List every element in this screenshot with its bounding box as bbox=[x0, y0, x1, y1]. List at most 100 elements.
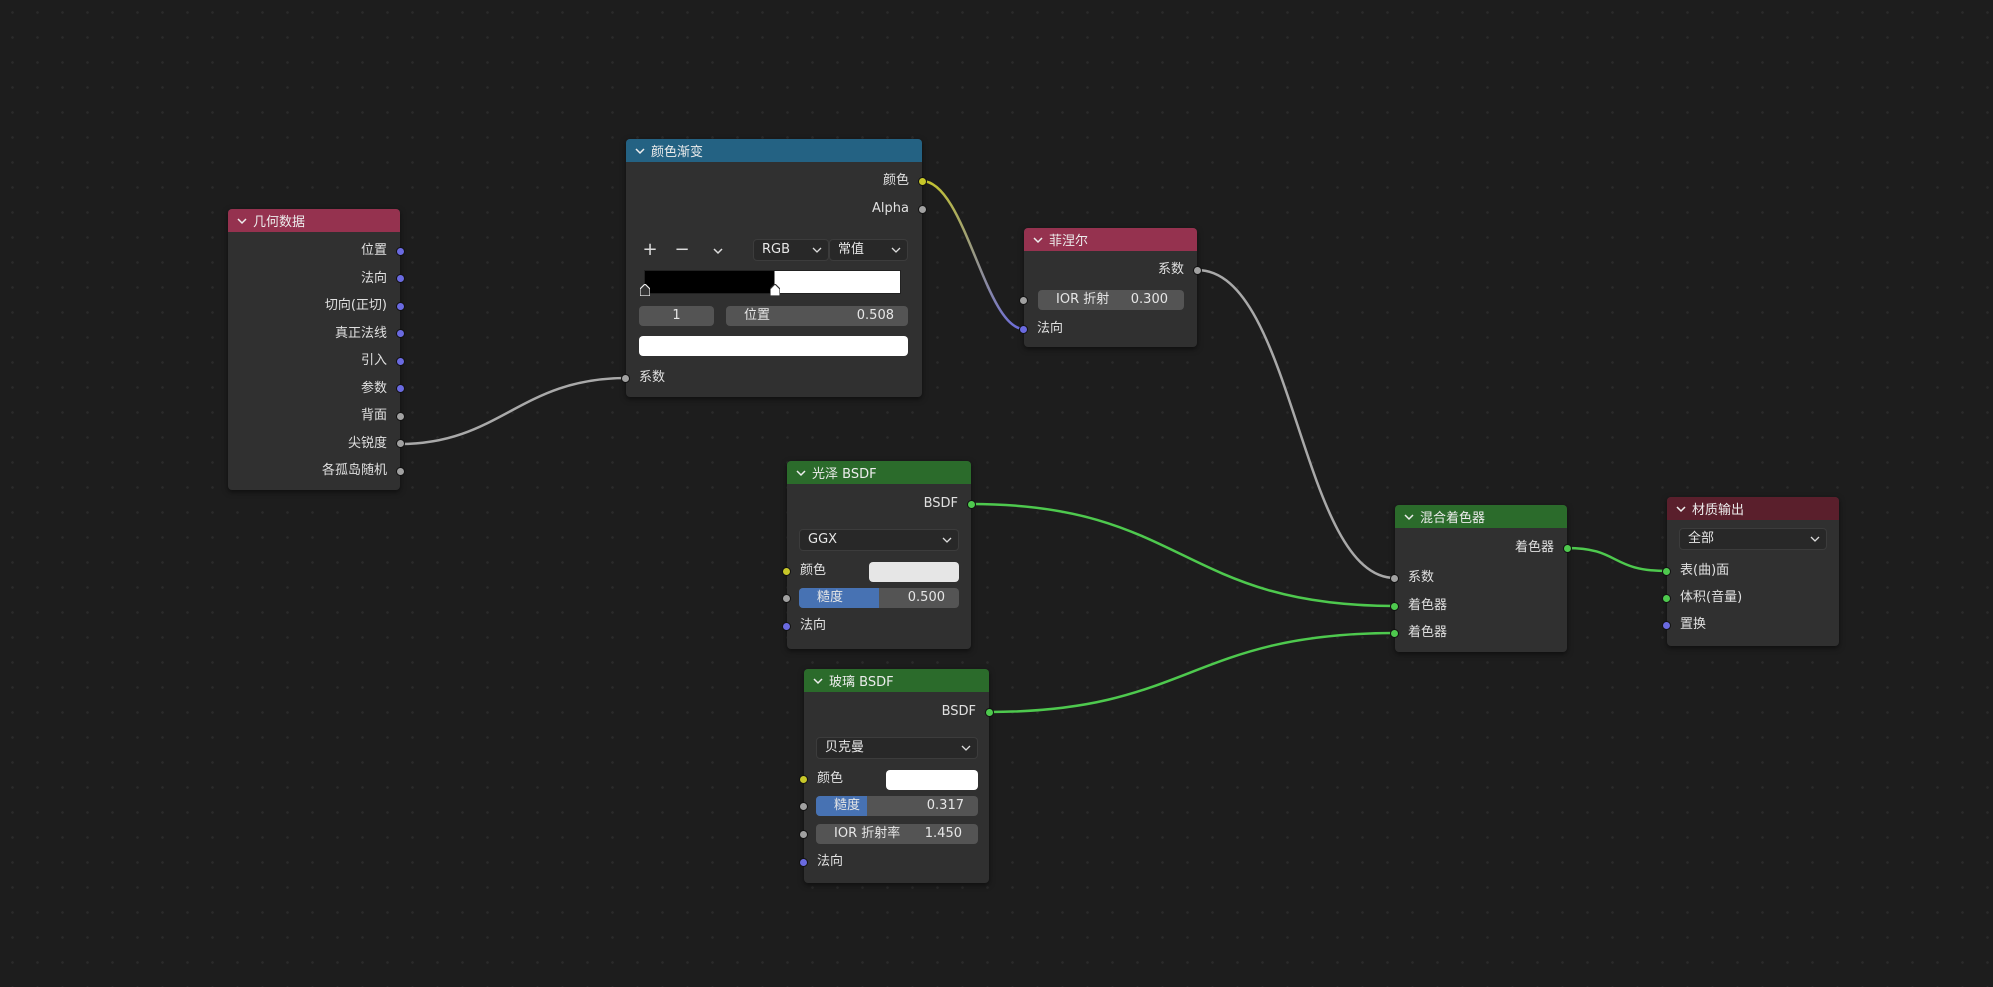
output-target-value: 全部 bbox=[1688, 531, 1715, 546]
stop-position-field[interactable]: 位置 0.508 bbox=[726, 306, 908, 326]
chevron-down-icon[interactable] bbox=[1032, 234, 1044, 246]
geometry-output-socket[interactable] bbox=[396, 329, 405, 338]
color-mode-dropdown[interactable]: RGB bbox=[753, 239, 829, 261]
mix-fac-socket[interactable] bbox=[1390, 573, 1399, 583]
glossy-distribution-dropdown[interactable]: GGX bbox=[799, 529, 959, 551]
mix-shader1-label: 着色器 bbox=[1408, 598, 1448, 613]
geometry-output-row: 尖锐度 bbox=[228, 434, 405, 454]
geometry-output-socket[interactable] bbox=[396, 384, 405, 393]
fresnel-node[interactable]: 菲涅尔 系数 IOR 折射 0.300 法向 bbox=[1019, 228, 1202, 347]
glossy-bsdf-node[interactable]: 光泽 BSDF BSDF GGX 颜色 糙度 0.500 法向 bbox=[782, 461, 976, 649]
geometry-output-socket[interactable] bbox=[396, 246, 405, 256]
mix-output-label: 着色器 bbox=[1514, 540, 1554, 555]
stop-color-swatch[interactable] bbox=[639, 336, 908, 356]
geometry-output-socket[interactable] bbox=[396, 411, 405, 421]
output-surface-socket[interactable] bbox=[1662, 566, 1671, 576]
glass-color-socket[interactable] bbox=[799, 774, 808, 784]
glass-bsdf-socket[interactable] bbox=[985, 707, 994, 717]
glass-roughness-value: 0.317 bbox=[926, 798, 964, 813]
glossy-distribution-value: GGX bbox=[808, 532, 838, 547]
stop-index-value: 1 bbox=[672, 308, 681, 323]
fresnel-node-header[interactable]: 菲涅尔 bbox=[1024, 228, 1197, 251]
add-stop-button[interactable]: + bbox=[640, 240, 660, 260]
glossy-normal-socket[interactable] bbox=[782, 621, 791, 631]
glass-bsdf-node[interactable]: 玻璃 BSDF BSDF 贝克曼 颜色 糙度 0.317 IOR 折射率 1.4… bbox=[799, 669, 994, 883]
ramp-stop-handle-0[interactable] bbox=[640, 284, 650, 296]
glossy-color-swatch[interactable] bbox=[869, 562, 959, 582]
fresnel-input-normal: 法向 bbox=[1019, 319, 1197, 339]
glossy-roughness-value: 0.500 bbox=[907, 590, 945, 605]
fresnel-normal-socket[interactable] bbox=[1019, 324, 1028, 334]
geometry-output-row: 法向 bbox=[228, 269, 405, 289]
ramp-stop-handle-1[interactable] bbox=[770, 284, 780, 296]
glass-roughness-socket[interactable] bbox=[799, 801, 808, 811]
glass-ior-field[interactable]: IOR 折射率 1.450 bbox=[816, 824, 978, 844]
geometry-output-socket[interactable] bbox=[396, 439, 405, 448]
output-target-dropdown[interactable]: 全部 bbox=[1679, 528, 1827, 550]
chevron-down-icon bbox=[1810, 536, 1820, 542]
fresnel-ior-field[interactable]: IOR 折射 0.300 bbox=[1038, 290, 1184, 310]
chevron-down-icon[interactable] bbox=[634, 145, 646, 157]
mix-node-header[interactable]: 混合着色器 bbox=[1395, 505, 1567, 528]
ramp-menu-chevron-icon[interactable] bbox=[712, 245, 724, 257]
color-ramp-output-alpha: Alpha bbox=[626, 199, 927, 219]
glass-roughness-slider[interactable]: 糙度 0.317 bbox=[816, 796, 978, 816]
output-volume-socket[interactable] bbox=[1662, 593, 1671, 603]
geometry-output-row: 背面 bbox=[228, 406, 405, 426]
glass-ior-socket[interactable] bbox=[799, 829, 808, 839]
chevron-down-icon[interactable] bbox=[1403, 511, 1415, 523]
geometry-node[interactable]: 几何数据 位置 法向 切向(正切) 真正法线 引入 参数 背面 尖锐度 各孤岛随机 bbox=[228, 209, 405, 490]
geometry-output-socket[interactable] bbox=[396, 274, 405, 283]
fresnel-ior-socket[interactable] bbox=[1019, 295, 1028, 305]
color-ramp-output-color: 颜色 bbox=[626, 171, 927, 191]
color-ramp-color-socket[interactable] bbox=[918, 176, 927, 186]
glass-color-swatch[interactable] bbox=[886, 770, 978, 790]
mix-shader1-socket[interactable] bbox=[1390, 601, 1399, 611]
color-ramp-alpha-socket[interactable] bbox=[918, 204, 927, 214]
fresnel-fac-socket[interactable] bbox=[1193, 265, 1202, 275]
chevron-down-icon[interactable] bbox=[1675, 503, 1687, 515]
geometry-output-row: 各孤岛随机 bbox=[228, 461, 405, 481]
mix-shader2-socket[interactable] bbox=[1390, 628, 1399, 638]
stop-position-label: 位置 bbox=[744, 308, 771, 323]
glass-normal-label: 法向 bbox=[817, 854, 844, 869]
interpolation-dropdown[interactable]: 常值 bbox=[829, 239, 908, 261]
chevron-down-icon[interactable] bbox=[236, 215, 248, 227]
mix-shader-socket[interactable] bbox=[1563, 543, 1572, 553]
fresnel-node-title: 菲涅尔 bbox=[1049, 234, 1089, 249]
mix-shader-node[interactable]: 混合着色器 着色器 系数 着色器 着色器 bbox=[1390, 505, 1572, 652]
stop-index-field[interactable]: 1 bbox=[639, 306, 714, 326]
geometry-output-socket[interactable] bbox=[396, 301, 405, 311]
glass-ior-label: IOR 折射率 bbox=[834, 826, 901, 841]
remove-stop-button[interactable]: − bbox=[672, 240, 692, 260]
geometry-output-socket[interactable] bbox=[396, 356, 405, 366]
glass-output-label: BSDF bbox=[941, 704, 976, 719]
color-ramp-node-header[interactable]: 颜色渐变 bbox=[626, 139, 922, 162]
output-displacement-socket[interactable] bbox=[1662, 620, 1671, 630]
geometry-output-label: 法向 bbox=[360, 270, 387, 286]
material-output-node[interactable]: 材质输出 全部 表(曲)面 体积(音量) 置换 bbox=[1662, 497, 1839, 646]
geometry-output-socket[interactable] bbox=[396, 466, 405, 476]
color-ramp-fac-socket[interactable] bbox=[621, 373, 630, 383]
glossy-roughness-socket[interactable] bbox=[782, 593, 791, 603]
geometry-node-header[interactable]: 几何数据 bbox=[228, 209, 400, 232]
output-node-header[interactable]: 材质输出 bbox=[1667, 497, 1839, 520]
geometry-output-label: 位置 bbox=[360, 243, 387, 258]
mix-input-shader1: 着色器 bbox=[1390, 596, 1567, 616]
glossy-bsdf-socket[interactable] bbox=[967, 499, 976, 509]
output-displacement-label: 置换 bbox=[1680, 617, 1707, 632]
chevron-down-icon[interactable] bbox=[812, 675, 824, 687]
output-node-title: 材质输出 bbox=[1692, 503, 1745, 518]
glossy-roughness-slider[interactable]: 糙度 0.500 bbox=[799, 588, 959, 608]
glossy-node-header[interactable]: 光泽 BSDF bbox=[787, 461, 971, 484]
glass-node-header[interactable]: 玻璃 BSDF bbox=[804, 669, 989, 692]
chevron-down-icon[interactable] bbox=[795, 467, 807, 479]
glossy-output-bsdf: BSDF bbox=[787, 494, 976, 514]
mix-input-fac: 系数 bbox=[1390, 568, 1567, 588]
glass-output-bsdf: BSDF bbox=[804, 702, 994, 722]
glass-distribution-dropdown[interactable]: 贝克曼 bbox=[816, 737, 978, 759]
glossy-roughness-label: 糙度 bbox=[817, 590, 844, 605]
glossy-color-socket[interactable] bbox=[782, 566, 791, 576]
glass-normal-socket[interactable] bbox=[799, 857, 808, 867]
color-ramp-node[interactable]: 颜色渐变 颜色 Alpha + − RGB 常值 1 位置 0.508 系数 bbox=[621, 139, 927, 397]
